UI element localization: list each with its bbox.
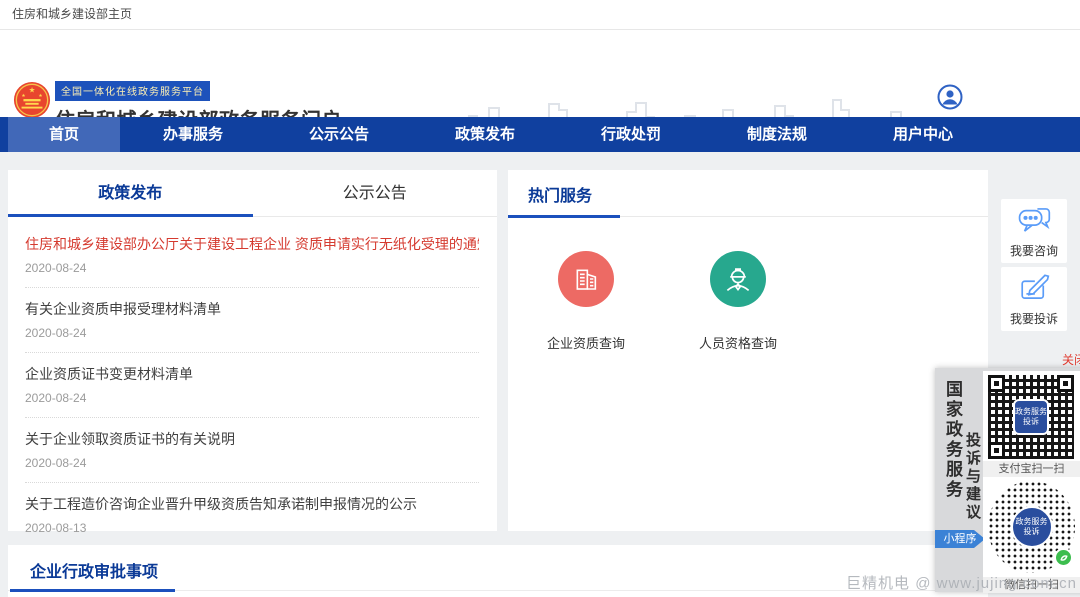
wechat-icon xyxy=(1054,548,1073,567)
main-nav: 首页 办事服务 公示公告 政策发布 行政处罚 制度法规 用户中心 xyxy=(0,117,1080,152)
news-date: 2020-08-24 xyxy=(25,261,479,275)
nav-item-user-center[interactable]: 用户中心 xyxy=(850,117,996,152)
platform-badge: 全国一体化在线政务服务平台 xyxy=(55,81,210,101)
news-title[interactable]: 有关企业资质申报受理材料清单 xyxy=(25,301,479,317)
news-panel: 政策发布 公示公告 住房和城乡建设部办公厅关于建设工程企业 资质申请实行无纸化受… xyxy=(8,170,497,531)
news-date: 2020-08-24 xyxy=(25,326,479,340)
alipay-qr-code: 政务服务投诉 xyxy=(988,375,1074,459)
approval-section-panel: 企业行政审批事项 xyxy=(8,545,988,597)
gov-complaint-qr-overlay: 国家政务服务 投诉与建议 小程序 政务服务投诉 支付宝扫一扫 政务服务投诉 xyxy=(935,368,1080,592)
user-avatar-icon xyxy=(937,84,963,110)
hot-services-title: 热门服务 xyxy=(528,182,592,206)
complaint-widget[interactable]: 我要投诉 xyxy=(1001,267,1067,331)
ministry-home-link[interactable]: 住房和城乡建设部主页 xyxy=(12,0,132,29)
nav-item-announcements[interactable]: 公示公告 xyxy=(266,117,412,152)
mini-program-tag: 小程序 xyxy=(935,530,985,548)
nav-item-policy[interactable]: 政策发布 xyxy=(412,117,558,152)
service-personnel-qualification[interactable]: 人员资格查询 xyxy=(673,251,803,352)
qr-center-badge: 政务服务投诉 xyxy=(1013,399,1049,435)
svg-text:★: ★ xyxy=(38,93,42,99)
news-item[interactable]: 企业资质证书变更材料清单 2020-08-24 xyxy=(25,353,479,418)
qr-overlay-close[interactable]: 关闭 xyxy=(1062,351,1080,368)
nav-item-home[interactable]: 首页 xyxy=(8,117,120,152)
wechat-mini-program-code: 政务服务投诉 xyxy=(988,481,1075,573)
write-complaint-icon xyxy=(1018,273,1050,303)
news-title[interactable]: 企业资质证书变更材料清单 xyxy=(25,366,479,382)
approval-section-title: 企业行政审批事项 xyxy=(30,558,158,582)
service-label: 人员资格查询 xyxy=(673,333,803,352)
news-tabs: 政策发布 公示公告 xyxy=(8,170,497,217)
complaint-label: 我要投诉 xyxy=(1001,310,1067,327)
alipay-scan-caption: 支付宝扫一扫 xyxy=(983,461,1080,477)
svg-text:★: ★ xyxy=(21,93,25,99)
worker-icon xyxy=(710,251,766,307)
qr-finder xyxy=(988,375,1005,392)
hot-services-header: 热门服务 xyxy=(508,170,988,217)
hot-services-panel: 热门服务 企业资质查询 xyxy=(508,170,988,531)
qr-center-badge: 政务服务投诉 xyxy=(1011,506,1053,548)
nav-item-regulations[interactable]: 制度法规 xyxy=(704,117,850,152)
site-header: ★ ★ ★ 全国一体化在线政务服务平台 住房和城乡建设部政务服务门户 xyxy=(0,30,1080,117)
qr-finder xyxy=(1057,375,1074,392)
news-date: 2020-08-24 xyxy=(25,456,479,470)
news-date: 2020-08-13 xyxy=(25,521,479,535)
nav-item-penalties[interactable]: 行政处罚 xyxy=(558,117,704,152)
tab-public-announcements[interactable]: 公示公告 xyxy=(253,170,498,217)
news-title[interactable]: 住房和城乡建设部办公厅关于建设工程企业 资质申请实行无纸化受理的通知 xyxy=(25,236,479,252)
news-item[interactable]: 关于企业领取资质证书的有关说明 2020-08-24 xyxy=(25,418,479,483)
portal-homepage: 住房和城乡建设部主页 ★ ★ ★ 全国一体化在线政务服务平台 住房和城乡建设部政… xyxy=(0,0,1080,597)
watermark: 巨精机电 @ www.jujing.com.cn xyxy=(846,572,1077,593)
news-item[interactable]: 关于工程造价咨询企业晋升甲级资质告知承诺制申报情况的公示 2020-08-13 xyxy=(25,483,479,547)
news-title[interactable]: 关于企业领取资质证书的有关说明 xyxy=(25,431,479,447)
qr-finder xyxy=(988,442,1005,459)
hot-services-underline xyxy=(508,215,620,218)
news-list: 住房和城乡建设部办公厅关于建设工程企业 资质申请实行无纸化受理的通知 2020-… xyxy=(8,217,497,547)
consult-widget[interactable]: 我要咨询 xyxy=(1001,199,1067,263)
building-icon xyxy=(558,251,614,307)
qr-overlay-subtitle: 投诉与建议 xyxy=(962,432,983,522)
tab-policy-release[interactable]: 政策发布 xyxy=(8,170,253,217)
news-item[interactable]: 住房和城乡建设部办公厅关于建设工程企业 资质申请实行无纸化受理的通知 2020-… xyxy=(25,223,479,288)
service-label: 企业资质查询 xyxy=(521,333,651,352)
consult-label: 我要咨询 xyxy=(1001,242,1067,259)
news-title[interactable]: 关于工程造价咨询企业晋升甲级资质告知承诺制申报情况的公示 xyxy=(25,496,479,512)
top-utility-bar: 住房和城乡建设部主页 xyxy=(0,0,1080,30)
nav-item-services[interactable]: 办事服务 xyxy=(120,117,266,152)
service-enterprise-qualification[interactable]: 企业资质查询 xyxy=(521,251,651,352)
approval-underline xyxy=(10,589,175,592)
news-item[interactable]: 有关企业资质申报受理材料清单 2020-08-24 xyxy=(25,288,479,353)
qr-card: 政务服务投诉 支付宝扫一扫 政务服务投诉 微信扫一扫 xyxy=(983,371,1080,592)
news-date: 2020-08-24 xyxy=(25,391,479,405)
svg-text:★: ★ xyxy=(29,85,36,94)
chat-bubbles-icon xyxy=(1017,205,1051,235)
national-emblem-icon: ★ ★ ★ xyxy=(13,80,51,120)
